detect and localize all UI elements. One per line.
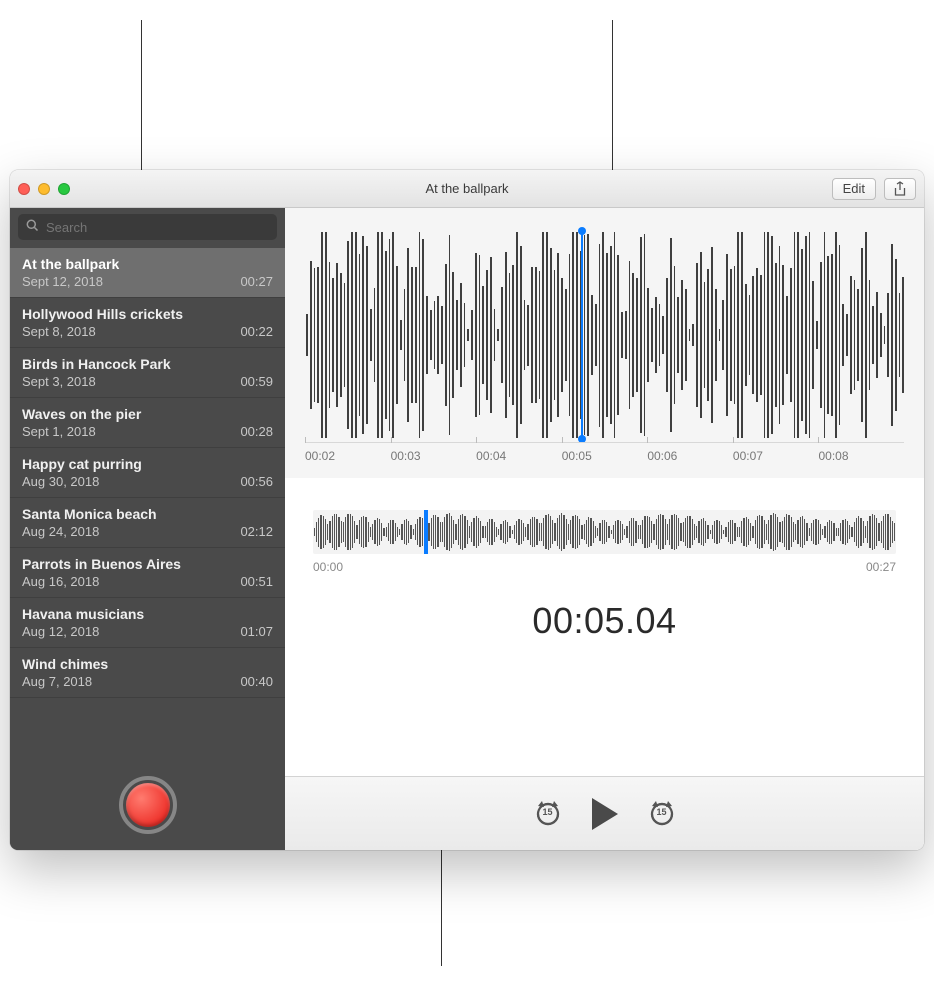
play-button[interactable] xyxy=(592,798,618,830)
list-item[interactable]: Wind chimes Aug 7, 2018 00:40 xyxy=(10,648,285,698)
recording-duration: 00:40 xyxy=(240,674,273,689)
skip-back-label: 15 xyxy=(532,807,564,817)
list-item[interactable]: Hollywood Hills crickets Sept 8, 2018 00:2… xyxy=(10,298,285,348)
list-item[interactable]: Parrots in Buenos Aires Aug 16, 2018 00:51 xyxy=(10,548,285,598)
waveform-overview[interactable] xyxy=(313,510,896,554)
recording-name: Waves on the pier xyxy=(22,406,273,422)
waveform-zoom[interactable]: 00:0200:0300:0400:0500:0600:0700:08 xyxy=(285,208,924,478)
playback-controls: 15 15 xyxy=(285,776,924,850)
axis-tick: 00:07 xyxy=(733,443,819,468)
recording-duration: 00:22 xyxy=(240,324,273,339)
overview-start-time: 00:00 xyxy=(313,560,343,574)
recording-name: Wind chimes xyxy=(22,656,273,672)
axis-tick: 00:04 xyxy=(476,443,562,468)
axis-tick: 00:03 xyxy=(391,443,477,468)
titlebar: At the ballpark Edit xyxy=(10,170,924,208)
recording-date: Aug 7, 2018 xyxy=(22,674,92,689)
list-item[interactable]: Birds in Hancock Park Sept 3, 2018 00:59 xyxy=(10,348,285,398)
recording-name: Santa Monica beach xyxy=(22,506,273,522)
recording-duration: 00:27 xyxy=(240,274,273,289)
skip-forward-button[interactable]: 15 xyxy=(646,798,678,830)
recording-date: Aug 24, 2018 xyxy=(22,524,99,539)
sidebar: At the ballpark Sept 12, 2018 00:27 Hollywo… xyxy=(10,208,285,850)
recording-name: Hollywood Hills crickets xyxy=(22,306,273,322)
recording-duration: 02:12 xyxy=(240,524,273,539)
share-icon xyxy=(893,181,907,197)
list-item[interactable]: At the ballpark Sept 12, 2018 00:27 xyxy=(10,248,285,298)
window-title: At the ballpark xyxy=(10,181,924,196)
list-item[interactable]: Santa Monica beach Aug 24, 2018 02:12 xyxy=(10,498,285,548)
axis-tick: 00:02 xyxy=(305,443,391,468)
recording-name: Happy cat purring xyxy=(22,456,273,472)
recording-date: Aug 12, 2018 xyxy=(22,624,99,639)
recording-duration: 01:07 xyxy=(240,624,273,639)
recording-date: Sept 1, 2018 xyxy=(22,424,96,439)
record-button[interactable] xyxy=(119,776,177,834)
play-icon xyxy=(592,798,618,830)
close-window-button[interactable] xyxy=(18,183,30,195)
voice-memos-window: At the ballpark Edit At the ballpark Sept… xyxy=(10,170,924,850)
axis-tick: 00:08 xyxy=(818,443,904,468)
detail-pane: 00:0200:0300:0400:0500:0600:0700:08 00:0… xyxy=(285,208,924,850)
current-time: 00:05.04 xyxy=(285,600,924,642)
recording-name: Havana musicians xyxy=(22,606,273,622)
recording-name: At the ballpark xyxy=(22,256,273,272)
recordings-list: At the ballpark Sept 12, 2018 00:27 Hollywo… xyxy=(10,248,285,760)
recording-date: Aug 16, 2018 xyxy=(22,574,99,589)
recording-name: Parrots in Buenos Aires xyxy=(22,556,273,572)
recording-name: Birds in Hancock Park xyxy=(22,356,273,372)
recording-duration: 00:56 xyxy=(240,474,273,489)
overview-end-time: 00:27 xyxy=(866,560,896,574)
search-input[interactable] xyxy=(18,214,277,240)
playhead-zoom[interactable] xyxy=(581,232,583,438)
record-icon xyxy=(126,783,170,827)
recording-date: Sept 3, 2018 xyxy=(22,374,96,389)
time-axis: 00:0200:0300:0400:0500:0600:0700:08 xyxy=(305,442,904,468)
recording-duration: 00:59 xyxy=(240,374,273,389)
list-item[interactable]: Havana musicians Aug 12, 2018 01:07 xyxy=(10,598,285,648)
axis-tick: 00:05 xyxy=(562,443,648,468)
recording-duration: 00:51 xyxy=(240,574,273,589)
list-item[interactable]: Waves on the pier Sept 1, 2018 00:28 xyxy=(10,398,285,448)
recording-date: Sept 8, 2018 xyxy=(22,324,96,339)
skip-back-button[interactable]: 15 xyxy=(532,798,564,830)
share-button[interactable] xyxy=(884,178,916,200)
playhead-overview[interactable] xyxy=(424,510,428,554)
recording-date: Aug 30, 2018 xyxy=(22,474,99,489)
edit-button[interactable]: Edit xyxy=(832,178,876,200)
zoom-window-button[interactable] xyxy=(58,183,70,195)
skip-forward-label: 15 xyxy=(646,807,678,817)
list-item[interactable]: Happy cat purring Aug 30, 2018 00:56 xyxy=(10,448,285,498)
axis-tick: 00:06 xyxy=(647,443,733,468)
recording-duration: 00:28 xyxy=(240,424,273,439)
recording-date: Sept 12, 2018 xyxy=(22,274,103,289)
minimize-window-button[interactable] xyxy=(38,183,50,195)
